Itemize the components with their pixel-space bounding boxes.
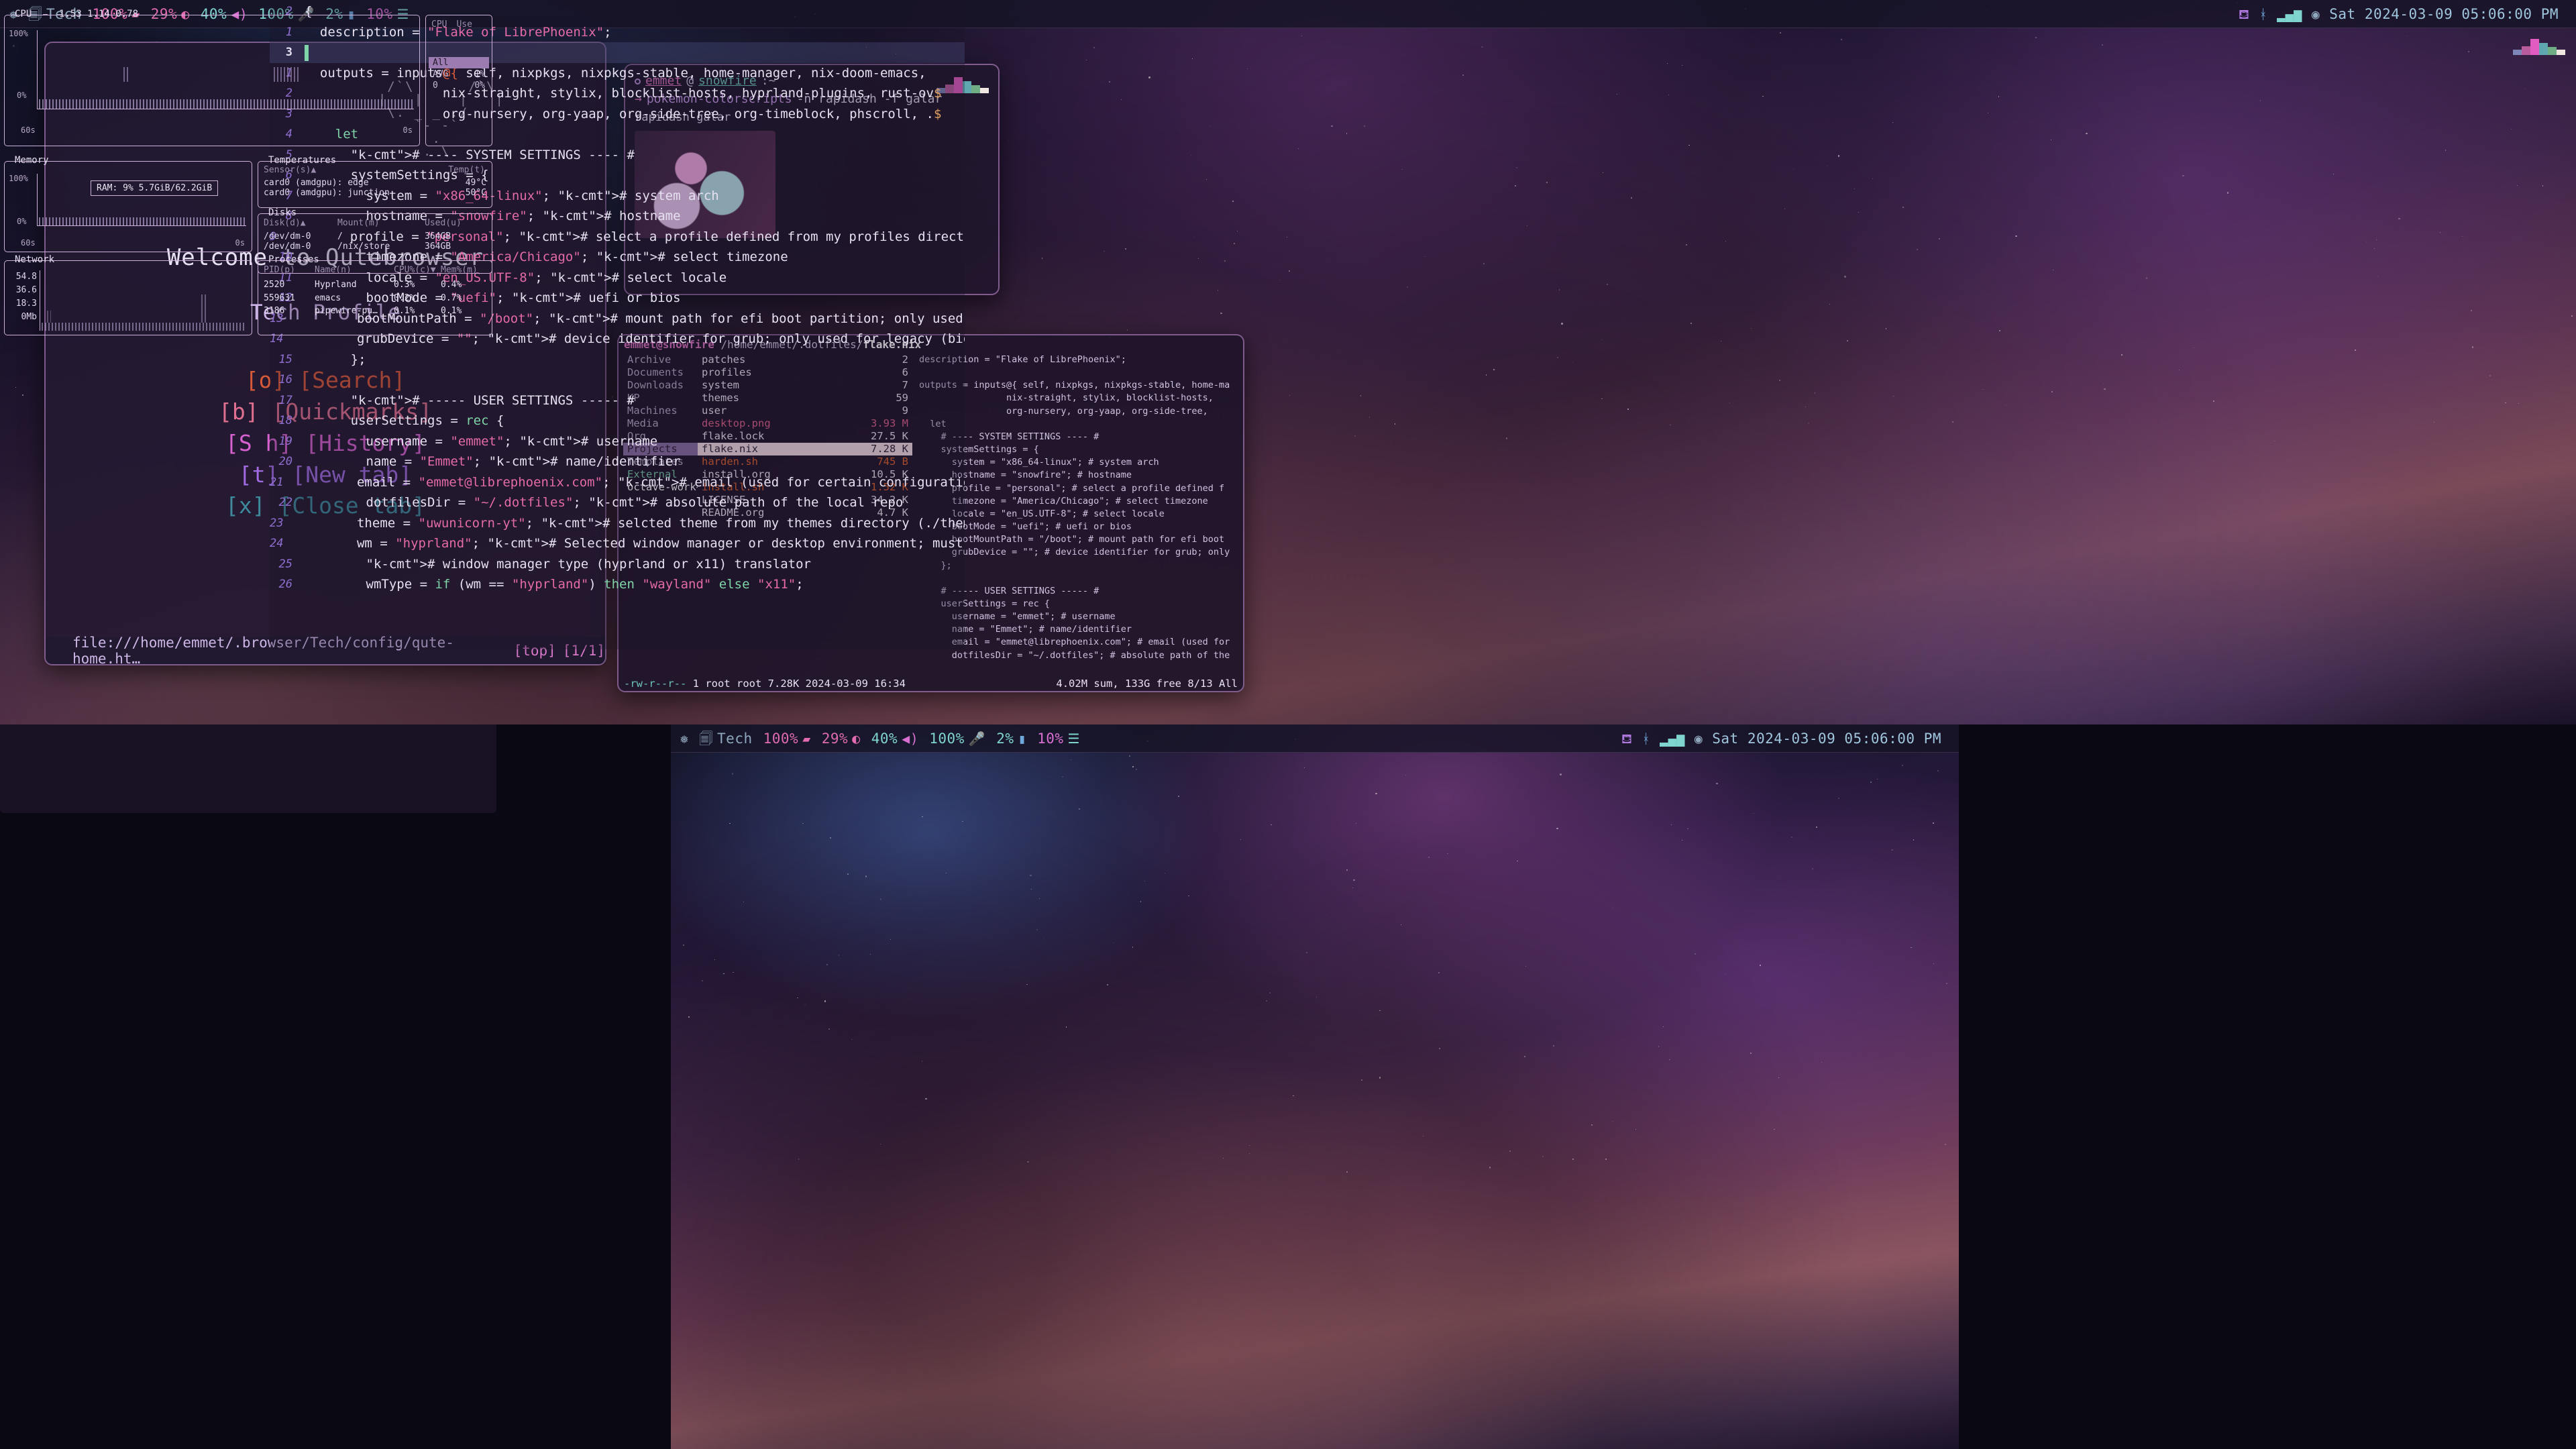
screenshot-icon[interactable]: ⛾ bbox=[2239, 7, 2250, 21]
code-text: username = "emmet"; "k-cmt"># username bbox=[305, 431, 657, 452]
mic-label-b: 2% bbox=[996, 731, 1014, 747]
line-number: 18 bbox=[270, 411, 305, 431]
code-line[interactable]: 25 "k-cmt"># window manager type (hyprla… bbox=[270, 554, 965, 575]
memory-module-b[interactable]: 29% ◐ bbox=[822, 731, 861, 747]
ranger-footer: -rw-r--r-- 1 root root 7.28K 2024-03-09 … bbox=[619, 676, 1243, 691]
file-permissions: -rw-r--r-- bbox=[624, 678, 686, 690]
monitor-bottom: ❅ 🗐 Tech 100% ▰ 29% ◐ 40% ◀) 100% 🎤 2% ▮… bbox=[671, 724, 1959, 1449]
battery-module-b[interactable]: 100% ▰ bbox=[763, 731, 811, 747]
microphone-icon-b: 🎤 bbox=[969, 732, 985, 745]
code-text: theme = "uwunicorn-yt"; "k-cmt"># selcte… bbox=[295, 513, 965, 534]
bluetooth-icon[interactable]: ᚼ bbox=[2259, 7, 2268, 21]
code-line[interactable]: 15 }; bbox=[270, 350, 965, 370]
star-field-bottom bbox=[671, 724, 1959, 1449]
code-line[interactable]: 20 name = "Emmet"; "k-cmt"># name/identi… bbox=[270, 451, 965, 472]
code-line[interactable]: 18 userSettings = rec { bbox=[270, 411, 965, 431]
screenshot-icon-b[interactable]: ⛾ bbox=[1621, 732, 1633, 745]
code-line[interactable]: 17 "k-cmt"># ----- USER SETTINGS ----- # bbox=[270, 390, 965, 411]
disc-icon[interactable]: ◉ bbox=[2312, 7, 2320, 21]
line-number: 21 bbox=[270, 472, 295, 493]
ranger-summary: 4.02M sum, 133G free 8/13 All bbox=[1056, 676, 1238, 691]
code-text: email = "emmet@librephoenix.com"; "k-cmt… bbox=[295, 472, 965, 493]
code-text: wm = "hyprland"; "k-cmt"># Selected wind… bbox=[295, 533, 965, 554]
code-line[interactable]: 23 theme = "uwunicorn-yt"; "k-cmt"># sel… bbox=[270, 513, 965, 534]
line-number: 25 bbox=[270, 554, 305, 575]
code-text: wmType = if (wm == "hyprland") then "way… bbox=[305, 574, 804, 595]
line-number: 17 bbox=[270, 390, 305, 411]
clock: Sat 2024-03-09 05:06:00 PM bbox=[2329, 6, 2559, 22]
bluetooth-icon-b[interactable]: ᚼ bbox=[1642, 732, 1651, 745]
code-line[interactable]: 19 username = "emmet"; "k-cmt"># usernam… bbox=[270, 431, 965, 452]
volume-label-b: 100% bbox=[929, 731, 965, 747]
network-icon[interactable]: ▂▄▆ bbox=[2277, 7, 2302, 21]
clock-bottom: Sat 2024-03-09 05:06:00 PM bbox=[1712, 731, 1941, 747]
menu-icon-b: ☰ bbox=[1068, 732, 1080, 745]
network-icon-b[interactable]: ▂▄▆ bbox=[1660, 732, 1685, 745]
code-line[interactable]: 24 wm = "hyprland"; "k-cmt"># Selected w… bbox=[270, 533, 965, 554]
line-number: 16 bbox=[270, 370, 305, 390]
status-bar-bottom: ❅ 🗐 Tech 100% ▰ 29% ◐ 40% ◀) 100% 🎤 2% ▮… bbox=[671, 724, 1959, 753]
workspace-indicator-b[interactable]: 🗐 Tech bbox=[700, 731, 753, 747]
ram-icon-b: ▮ bbox=[1018, 732, 1027, 745]
code-text: name = "Emmet"; "k-cmt"># name/identifie… bbox=[305, 451, 681, 472]
nix-snowflake-icon-b[interactable]: ❅ bbox=[680, 732, 689, 745]
mic-module-b[interactable]: 2% ▮ bbox=[996, 731, 1026, 747]
line-number: 15 bbox=[270, 350, 305, 370]
code-line[interactable]: 26 wmType = if (wm == "hyprland") then "… bbox=[270, 574, 965, 595]
code-text: "k-cmt"># ----- USER SETTINGS ----- # bbox=[305, 390, 635, 411]
line-number: 22 bbox=[270, 492, 305, 513]
code-line[interactable]: 21 email = "emmet@librephoenix.com"; "k-… bbox=[270, 472, 965, 493]
line-number: 20 bbox=[270, 451, 305, 472]
code-text: "k-cmt"># window manager type (hyprland … bbox=[305, 554, 811, 575]
line-number: 26 bbox=[270, 574, 305, 595]
line-number: 23 bbox=[270, 513, 295, 534]
code-text: }; bbox=[305, 350, 366, 370]
code-line[interactable]: 16 bbox=[270, 370, 965, 390]
line-number: 19 bbox=[270, 431, 305, 452]
ram-label-b: 10% bbox=[1037, 731, 1063, 747]
cpu-label-b: 40% bbox=[871, 731, 898, 747]
ram-module-b[interactable]: 10% ☰ bbox=[1037, 731, 1080, 747]
workspace-label-b: Tech bbox=[717, 731, 753, 747]
battery-label-b: 100% bbox=[763, 731, 799, 747]
memory-icon-b: ◐ bbox=[852, 732, 861, 745]
code-line[interactable]: 22 dotfilesDir = "~/.dotfiles"; "k-cmt">… bbox=[270, 492, 965, 513]
volume-module-b[interactable]: 100% 🎤 bbox=[929, 731, 985, 747]
code-text: userSettings = rec { bbox=[305, 411, 504, 431]
cpu-module-b[interactable]: 40% ◀) bbox=[871, 731, 919, 747]
battery-icon-b: ▰ bbox=[802, 732, 811, 745]
line-number: 24 bbox=[270, 533, 295, 554]
file-meta: 1 root root 7.28K 2024-03-09 16:34 bbox=[693, 678, 906, 690]
code-text: dotfilesDir = "~/.dotfiles"; "k-cmt"># a… bbox=[305, 492, 903, 513]
disc-icon-b[interactable]: ◉ bbox=[1695, 732, 1703, 745]
cpu-icon-b: ◀) bbox=[902, 732, 918, 745]
memory-label-b: 29% bbox=[822, 731, 848, 747]
